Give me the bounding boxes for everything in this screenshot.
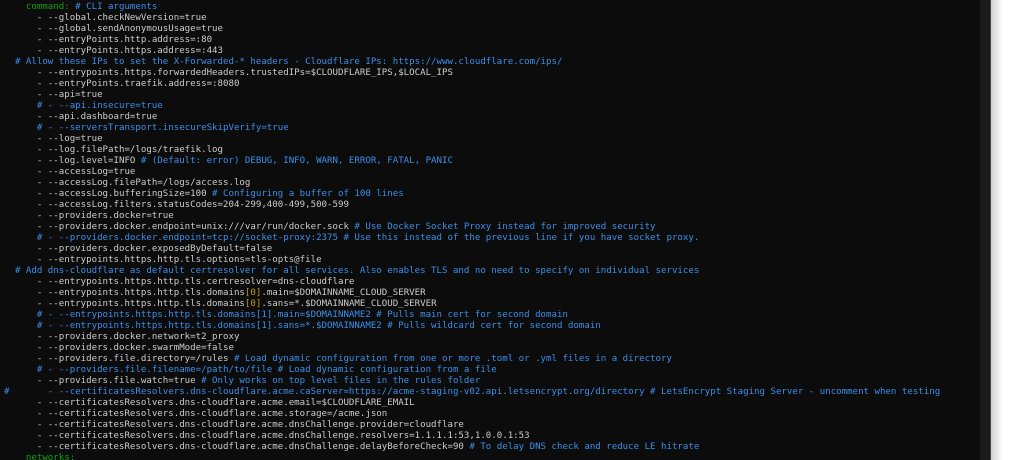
code-comment: # - --entrypoints.https.http.tls.domains…	[4, 310, 568, 320]
yaml-key: networks:	[4, 453, 76, 460]
code-line: # - --entrypoints.https.http.tls.domains…	[4, 310, 980, 321]
code-text: - --global.checkNewVersion=true	[4, 13, 207, 23]
code-line: # - --entrypoints.https.http.tls.domains…	[4, 321, 980, 332]
code-line: # Allow these IPs to set the X-Forwarded…	[4, 57, 980, 68]
terminal-output: command: # CLI arguments - --global.chec…	[0, 0, 980, 460]
code-text: - --providers.docker.swarmMode=false	[4, 343, 234, 353]
code-text: - --api.dashboard=true	[4, 112, 158, 122]
code-comment: # Use Docker Socket Proxy instead for im…	[348, 222, 656, 232]
code-line: - --log.filePath=/logs/traefik.log	[4, 145, 980, 156]
code-line: - --entryPoints.http.address=:80	[4, 35, 980, 46]
code-line: - --certificatesResolvers.dns-cloudflare…	[4, 442, 980, 453]
code-text: - --entrypoints.https.http.tls.certresol…	[4, 277, 355, 287]
code-text: - --accessLog=true	[4, 167, 136, 177]
code-line: # - --providers.docker.endpoint=tcp://so…	[4, 233, 980, 244]
code-comment: # Add dns-cloudflare as default certreso…	[4, 266, 700, 276]
code-text: - --accessLog.bufferingSize=100	[4, 189, 207, 199]
code-line: - --providers.docker=true	[4, 211, 980, 222]
code-line: - --providers.docker.swarmMode=false	[4, 343, 980, 354]
code-text: - --log.level=INFO	[4, 156, 136, 166]
code-text: - --global.sendAnonymousUsage=true	[4, 24, 223, 34]
code-line: - --api.dashboard=true	[4, 112, 980, 123]
code-text: - --log.filePath=/logs/traefik.log	[4, 145, 223, 155]
terminal-scrollbar[interactable]	[980, 0, 991, 460]
code-comment: # Only works on top level files in the r…	[195, 376, 481, 386]
code-text: - --providers.docker.endpoint=unix:///va…	[4, 222, 349, 232]
code-text: - --certificatesResolvers.dns-cloudflare…	[4, 442, 464, 452]
code-comment: # - --entrypoints.https.http.tls.domains…	[4, 321, 601, 331]
code-text: - --accessLog.filters.statusCodes=204-29…	[4, 200, 349, 210]
code-line: - --entrypoints.https.http.tls.options=t…	[4, 255, 980, 266]
code-line: - --providers.file.directory=/rules # Lo…	[4, 354, 980, 365]
code-comment: # - --providers.docker.endpoint=tcp://so…	[4, 233, 700, 243]
code-comment: # Load dynamic configuration from one or…	[228, 354, 672, 364]
code-text: - --accessLog.filePath=/logs/access.log	[4, 178, 251, 188]
code-line: # - --serversTransport.insecureSkipVerif…	[4, 123, 980, 134]
code-text: - --certificatesResolvers.dns-cloudflare…	[4, 420, 464, 430]
code-comment: # - --api.insecure=true	[4, 101, 163, 111]
code-line: - --accessLog.filters.statusCodes=204-29…	[4, 200, 980, 211]
code-line: - --entrypoints.https.http.tls.certresol…	[4, 277, 980, 288]
code-text: - --certificatesResolvers.dns-cloudflare…	[4, 409, 388, 419]
code-text: - --entrypoints.https.http.tls.domains	[4, 288, 245, 298]
code-text: - --entryPoints.http.address=:80	[4, 35, 213, 45]
code-line: - --providers.docker.network=t2_proxy	[4, 332, 980, 343]
code-comment: # Configuring a buffer of 100 lines	[206, 189, 404, 199]
code-text: - --log=true	[4, 134, 103, 144]
code-line: command: # CLI arguments	[4, 2, 980, 13]
code-line: - --global.sendAnonymousUsage=true	[4, 24, 980, 35]
code-text: - --certificatesResolvers.dns-cloudflare…	[4, 431, 530, 441]
array-index: [0]	[244, 288, 262, 298]
code-comment: # (Default: error) DEBUG, INFO, WARN, ER…	[135, 156, 453, 166]
code-line: - --certificatesResolvers.dns-cloudflare…	[4, 420, 980, 431]
code-line: - --entryPoints.https.address=:443	[4, 46, 980, 57]
yaml-key: command:	[4, 2, 70, 12]
code-line: - --api=true	[4, 90, 980, 101]
code-line: - --entryPoints.traefik.address=:8080	[4, 79, 980, 90]
code-line: # - --api.insecure=true	[4, 101, 980, 112]
code-line: - --certificatesResolvers.dns-cloudflare…	[4, 409, 980, 420]
code-line: - --providers.docker.exposedByDefault=fa…	[4, 244, 980, 255]
code-text: - --providers.file.directory=/rules	[4, 354, 229, 364]
code-line: - --log.level=INFO # (Default: error) DE…	[4, 156, 980, 167]
code-line: - --accessLog=true	[4, 167, 980, 178]
terminal-window[interactable]: command: # CLI arguments - --global.chec…	[0, 0, 980, 460]
code-text: - --api=true	[4, 90, 103, 100]
code-line: - --accessLog.filePath=/logs/access.log	[4, 178, 980, 189]
code-comment: # - --serversTransport.insecureSkipVerif…	[4, 123, 289, 133]
code-text: - --providers.file.watch=true	[4, 376, 196, 386]
code-line: - --certificatesResolvers.dns-cloudflare…	[4, 398, 980, 409]
code-comment: # - --providers.file.filename=/path/to/f…	[4, 365, 497, 375]
code-comment: # CLI arguments	[69, 2, 158, 12]
code-text: - --certificatesResolvers.dns-cloudflare…	[4, 398, 415, 408]
code-comment: # - --certificatesResolvers.dns-cloudfla…	[4, 387, 941, 397]
code-line: - --entrypoints.https.http.tls.domains[0…	[4, 288, 980, 299]
code-line: # - --certificatesResolvers.dns-cloudfla…	[4, 387, 980, 398]
code-text: - --providers.docker.network=t2_proxy	[4, 332, 240, 342]
code-line: - --accessLog.bufferingSize=100 # Config…	[4, 189, 980, 200]
code-comment: # Allow these IPs to set the X-Forwarded…	[4, 57, 563, 67]
code-line: - --entrypoints.https.forwardedHeaders.t…	[4, 68, 980, 79]
code-line: - --global.checkNewVersion=true	[4, 13, 980, 24]
code-line: - --certificatesResolvers.dns-cloudflare…	[4, 431, 980, 442]
code-text: - --entryPoints.https.address=:443	[4, 46, 223, 56]
code-line: - --entrypoints.https.http.tls.domains[0…	[4, 299, 980, 310]
code-line: # - --providers.file.filename=/path/to/f…	[4, 365, 980, 376]
code-text: .sans=*.$DOMAINNAME_CLOUD_SERVER	[261, 299, 437, 309]
code-text: - --entrypoints.https.forwardedHeaders.t…	[4, 68, 453, 78]
code-line: - --providers.docker.endpoint=unix:///va…	[4, 222, 980, 233]
code-line: networks:	[4, 453, 980, 460]
code-text: - --providers.docker.exposedByDefault=fa…	[4, 244, 273, 254]
code-line: # Add dns-cloudflare as default certreso…	[4, 266, 980, 277]
code-comment: # To delay DNS check and reduce LE hitra…	[463, 442, 700, 452]
code-line: - --log=true	[4, 134, 980, 145]
code-text: - --entrypoints.https.http.tls.domains	[4, 299, 245, 309]
background-window-edge	[991, 0, 1003, 460]
code-line: - --providers.file.watch=true # Only wor…	[4, 376, 980, 387]
code-text: - --entryPoints.traefik.address=:8080	[4, 79, 240, 89]
code-text: - --providers.docker=true	[4, 211, 174, 221]
code-text: .main=$DOMAINNAME_CLOUD_SERVER	[261, 288, 426, 298]
code-text: - --entrypoints.https.http.tls.options=t…	[4, 255, 322, 265]
array-index: [0]	[244, 299, 262, 309]
